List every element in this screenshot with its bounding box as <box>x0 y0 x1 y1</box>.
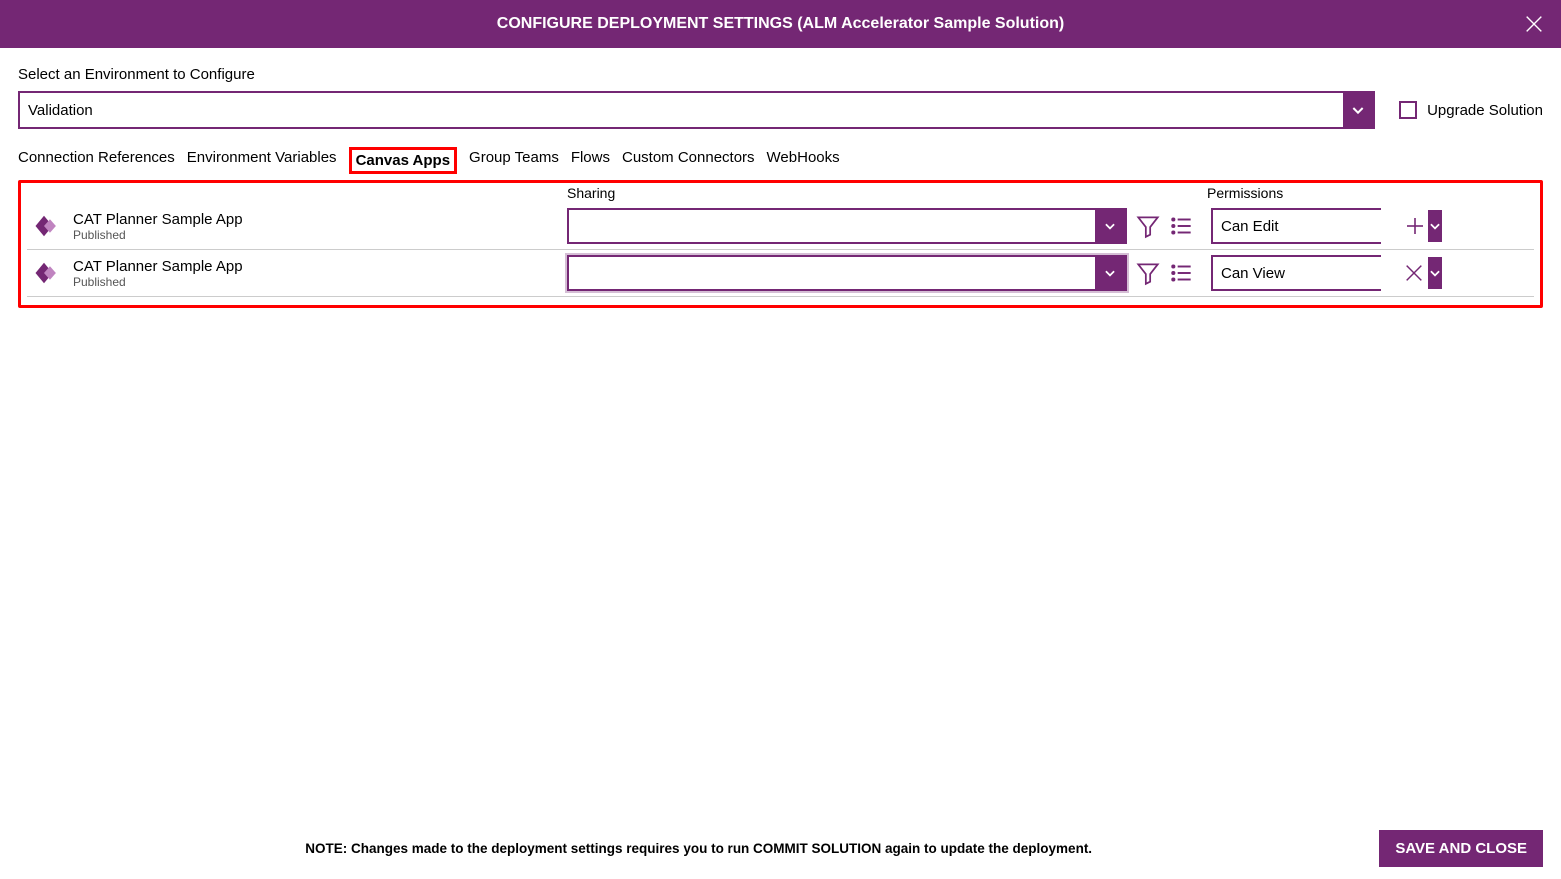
permission-value[interactable] <box>1213 210 1428 242</box>
permission-select[interactable] <box>1211 208 1381 244</box>
permission-value[interactable] <box>1213 257 1428 289</box>
list-icon <box>1169 260 1195 286</box>
sharing-header: Sharing <box>567 185 1207 201</box>
header-bar: CONFIGURE DEPLOYMENT SETTINGS (ALM Accel… <box>0 0 1561 48</box>
footer-note: NOTE: Changes made to the deployment set… <box>18 841 1379 856</box>
list-button[interactable] <box>1169 260 1195 286</box>
app-row: CAT Planner Sample App Published <box>27 203 1534 250</box>
upgrade-solution-checkbox[interactable] <box>1399 101 1417 119</box>
powerapps-icon <box>27 256 61 290</box>
remove-row-button[interactable] <box>1403 262 1425 284</box>
sharing-chevron[interactable] <box>1095 257 1125 289</box>
env-label: Select an Environment to Configure <box>18 66 1543 83</box>
header-title: CONFIGURE DEPLOYMENT SETTINGS (ALM Accel… <box>497 15 1064 33</box>
plus-icon <box>1403 214 1427 238</box>
tab-connection-references[interactable]: Connection References <box>18 147 175 174</box>
filter-button[interactable] <box>1135 260 1161 286</box>
sharing-input[interactable] <box>569 210 1095 242</box>
app-name: CAT Planner Sample App <box>73 258 243 275</box>
chevron-down-icon <box>1103 266 1117 280</box>
footer: NOTE: Changes made to the deployment set… <box>0 830 1561 867</box>
close-icon <box>1523 13 1545 35</box>
column-headers: Sharing Permissions <box>27 183 1534 203</box>
permission-chevron[interactable] <box>1428 257 1442 289</box>
env-select-chevron[interactable] <box>1343 93 1373 127</box>
filter-icon <box>1135 213 1161 239</box>
tab-group-teams[interactable]: Group Teams <box>469 147 559 174</box>
list-icon <box>1169 213 1195 239</box>
save-and-close-button[interactable]: SAVE AND CLOSE <box>1379 830 1543 867</box>
sharing-chevron[interactable] <box>1095 210 1125 242</box>
sharing-select[interactable] <box>567 208 1127 244</box>
permission-chevron[interactable] <box>1428 210 1442 242</box>
close-icon <box>1403 262 1425 284</box>
chevron-down-icon <box>1428 219 1442 233</box>
tab-webhooks[interactable]: WebHooks <box>767 147 840 174</box>
tab-flows[interactable]: Flows <box>571 147 610 174</box>
env-select-input[interactable] <box>20 93 1343 127</box>
powerapps-icon <box>27 209 61 243</box>
chevron-down-icon <box>1428 266 1442 280</box>
tab-bar: Connection References Environment Variab… <box>18 147 1543 174</box>
permissions-header: Permissions <box>1207 185 1377 201</box>
add-row-button[interactable] <box>1403 214 1427 238</box>
canvas-apps-panel: Sharing Permissions CAT Planner Sample A… <box>18 180 1543 308</box>
app-row: CAT Planner Sample App Published <box>27 250 1534 297</box>
chevron-down-icon <box>1350 102 1366 118</box>
env-select[interactable] <box>18 91 1375 129</box>
tab-environment-variables[interactable]: Environment Variables <box>187 147 337 174</box>
sharing-select[interactable] <box>567 255 1127 291</box>
filter-button[interactable] <box>1135 213 1161 239</box>
sharing-input[interactable] <box>569 257 1095 289</box>
app-status: Published <box>73 275 243 289</box>
app-name: CAT Planner Sample App <box>73 211 243 228</box>
tab-canvas-apps[interactable]: Canvas Apps <box>349 147 457 174</box>
permission-select[interactable] <box>1211 255 1381 291</box>
filter-icon <box>1135 260 1161 286</box>
tab-custom-connectors[interactable]: Custom Connectors <box>622 147 755 174</box>
chevron-down-icon <box>1103 219 1117 233</box>
close-button[interactable] <box>1523 13 1545 35</box>
app-status: Published <box>73 228 243 242</box>
upgrade-solution-label: Upgrade Solution <box>1427 102 1543 119</box>
list-button[interactable] <box>1169 213 1195 239</box>
